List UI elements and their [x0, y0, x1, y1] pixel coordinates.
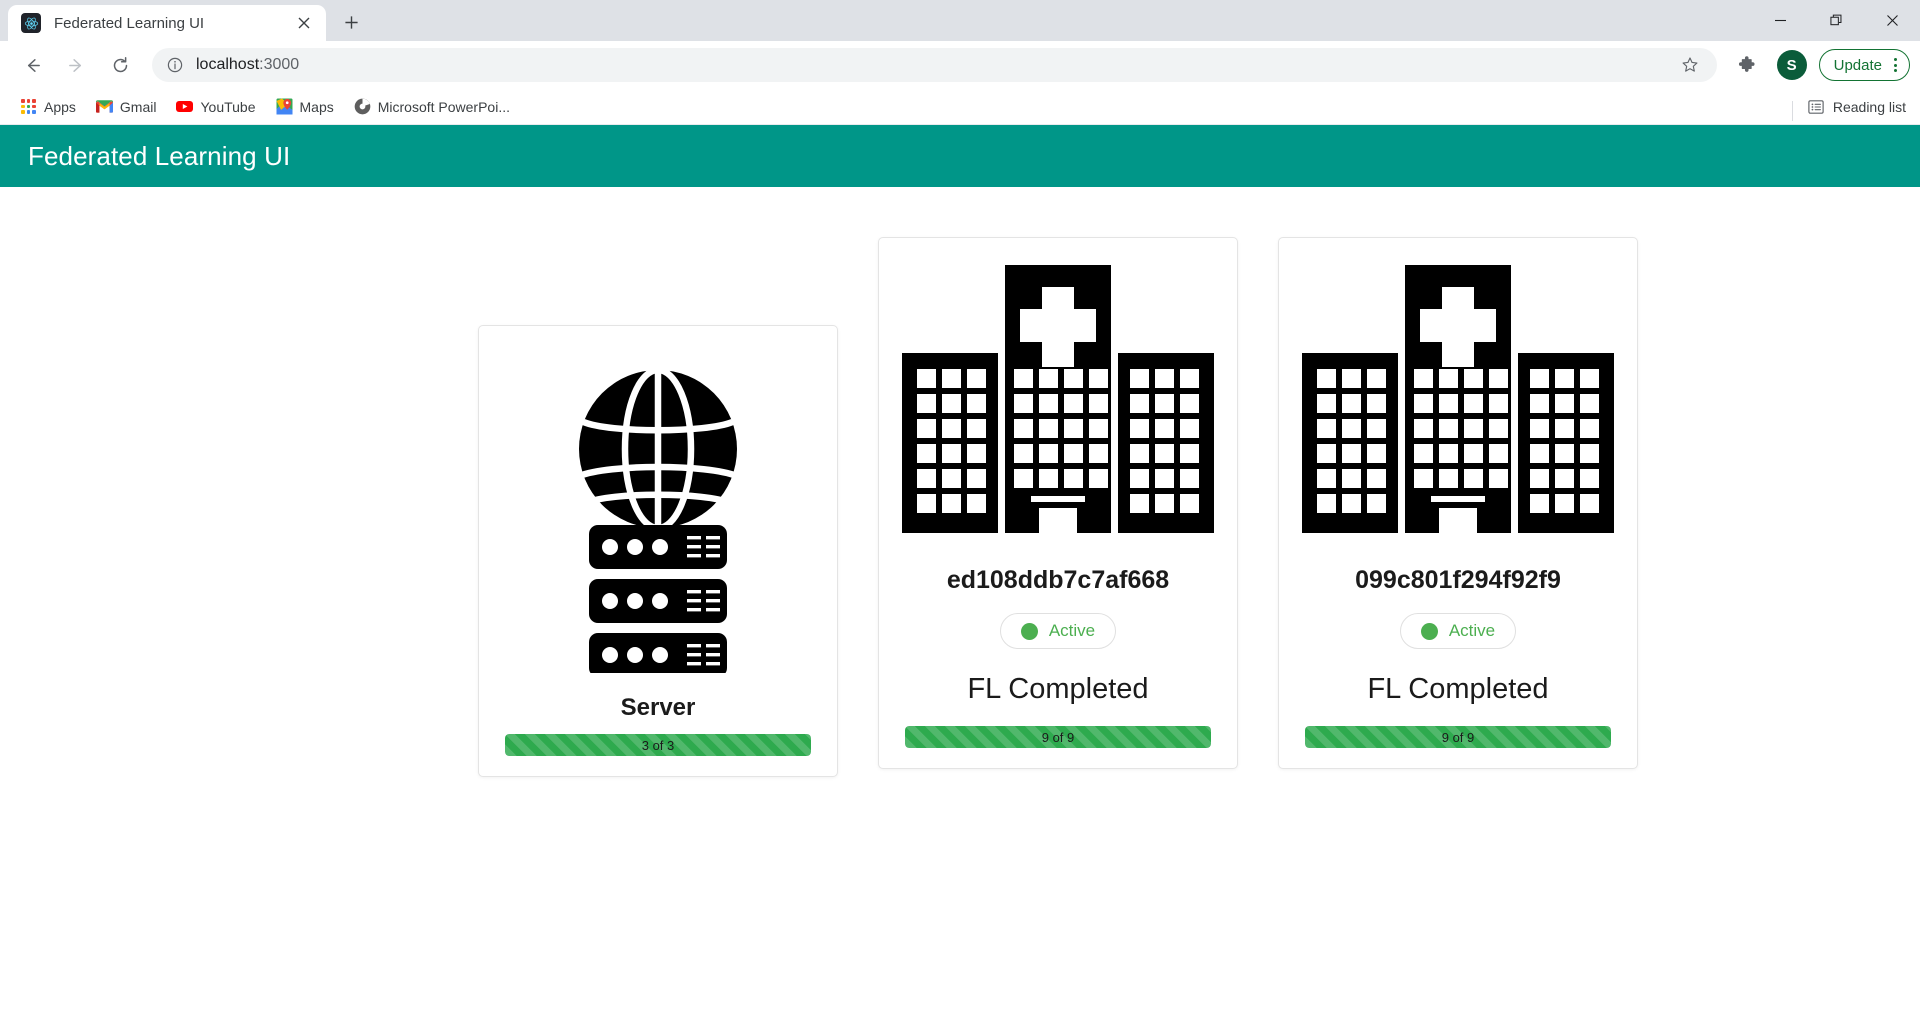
reading-list-label: Reading list — [1832, 98, 1906, 115]
update-button[interactable]: Update — [1818, 49, 1910, 81]
hospital-icon — [902, 260, 1214, 560]
apps-grid-icon — [20, 98, 37, 115]
bookmark-apps[interactable]: Apps — [12, 94, 84, 119]
minimize-icon[interactable] — [1752, 0, 1808, 41]
restore-window-icon[interactable] — [1808, 0, 1864, 41]
server-name: Server — [620, 694, 696, 721]
bookmark-label: Microsoft PowerPoi... — [377, 98, 510, 115]
client-progress-bar: 9 of 9 — [905, 726, 1211, 748]
bookmarks-bar: Apps Gmail YouTube Maps Microsoft PowerP… — [0, 89, 1920, 125]
reload-icon[interactable] — [103, 48, 137, 82]
client-progress-label: 9 of 9 — [1441, 729, 1475, 745]
page-title: Federated Learning UI — [28, 140, 291, 171]
fl-status: FL Completed — [1367, 673, 1549, 705]
client-progress-label: 9 of 9 — [1041, 729, 1075, 745]
tab-title: Federated Learning UI — [54, 14, 205, 32]
close-window-icon[interactable] — [1864, 0, 1920, 41]
client-card[interactable]: 099c801f294f92f9 Active FL Completed 9 o… — [1278, 237, 1638, 769]
gmail-icon — [95, 98, 113, 115]
close-icon[interactable] — [292, 11, 316, 35]
bookmark-youtube[interactable]: YouTube — [168, 94, 263, 119]
server-globe-icon — [565, 348, 751, 688]
youtube-icon — [176, 98, 194, 115]
avatar[interactable]: S — [1776, 50, 1807, 80]
arrow-right-icon — [59, 48, 93, 82]
status-label: Active — [1048, 621, 1096, 640]
status-badge: Active — [999, 613, 1117, 649]
bookmark-label: YouTube — [200, 98, 256, 115]
reading-list-button[interactable]: Reading list — [1791, 98, 1906, 121]
plus-icon[interactable] — [334, 5, 368, 39]
app-header: Federated Learning UI — [0, 125, 1920, 187]
kebab-menu-icon[interactable] — [1888, 58, 1903, 72]
bookmark-gmail[interactable]: Gmail — [88, 94, 165, 119]
google-maps-icon — [276, 98, 293, 115]
arrow-left-icon[interactable] — [15, 48, 49, 82]
url-port: :3000 — [259, 56, 300, 73]
client-id: 099c801f294f92f9 — [1355, 566, 1561, 594]
page-viewport: Federated Learning UI Server 3 of 3 ed10… — [0, 125, 1920, 1018]
status-label: Active — [1448, 621, 1496, 640]
hospital-icon — [1302, 260, 1614, 560]
window-controls — [1752, 0, 1920, 41]
react-logo-icon — [21, 13, 41, 33]
server-card[interactable]: Server 3 of 3 — [478, 325, 838, 777]
bookmark-label: Maps — [299, 98, 334, 115]
server-progress-bar: 3 of 3 — [505, 734, 811, 756]
address-bar[interactable]: localhost:3000 — [152, 48, 1717, 82]
bookmark-label: Apps — [44, 98, 76, 115]
client-progress-bar: 9 of 9 — [1305, 726, 1611, 748]
status-dot-icon — [1020, 622, 1038, 640]
address-bar-url: localhost:3000 — [196, 56, 299, 74]
microsoft-powerpoint-icon — [354, 98, 371, 115]
bookmark-microsoft-powerpoint[interactable]: Microsoft PowerPoi... — [346, 94, 518, 119]
info-circle-icon — [166, 56, 184, 74]
browser-window: Federated Learning UI localhost:3000 S U… — [0, 0, 1920, 1018]
client-card[interactable]: ed108ddb7c7af668 Active FL Completed 9 o… — [878, 237, 1238, 769]
tab-strip: Federated Learning UI — [0, 0, 1920, 41]
status-dot-icon — [1420, 622, 1438, 640]
fl-status: FL Completed — [967, 673, 1149, 705]
cards-row: Server 3 of 3 ed108ddb7c7af668 Active FL… — [0, 187, 1920, 777]
status-badge: Active — [1399, 613, 1517, 649]
update-button-label: Update — [1833, 56, 1882, 74]
client-id: ed108ddb7c7af668 — [946, 566, 1170, 594]
bookmark-label: Gmail — [119, 98, 157, 115]
star-icon[interactable] — [1677, 52, 1703, 78]
puzzle-piece-icon[interactable] — [1733, 50, 1763, 80]
server-progress-label: 3 of 3 — [641, 737, 675, 753]
bookmark-maps[interactable]: Maps — [268, 94, 342, 119]
browser-toolbar: localhost:3000 S Update — [0, 41, 1920, 89]
tab-federated-learning-ui[interactable]: Federated Learning UI — [8, 5, 326, 41]
reading-list-icon — [1808, 98, 1825, 115]
url-host: localhost — [196, 56, 260, 73]
